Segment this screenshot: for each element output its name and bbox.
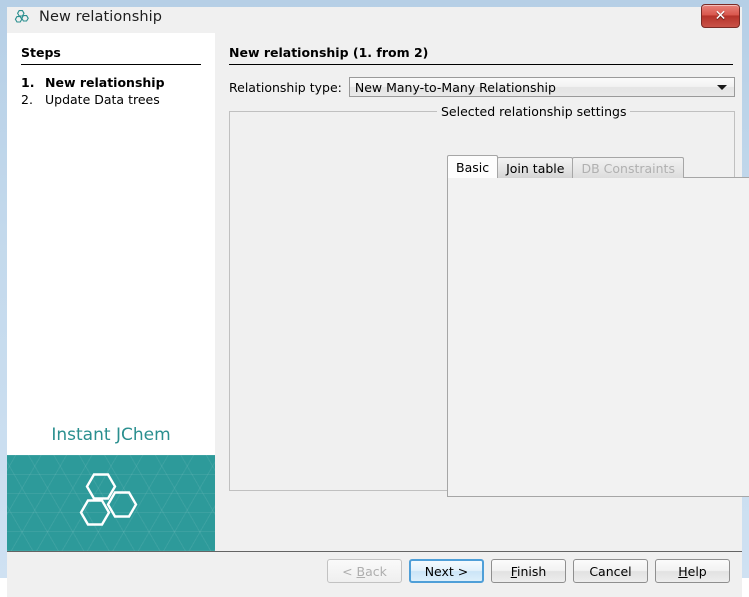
brand-logo-panel	[7, 455, 215, 551]
relationship-type-value: New Many-to-Many Relationship	[350, 80, 556, 95]
close-icon: ✕	[715, 9, 727, 23]
chevron-down-icon	[717, 85, 727, 90]
help-button-label: Help	[678, 564, 707, 579]
relationship-type-row: Relationship type: New Many-to-Many Rela…	[229, 77, 735, 97]
dialog-window: New relationship ✕ Steps 1. New relation…	[0, 0, 749, 578]
footer: < Back Next > Finish Cancel Help	[7, 552, 742, 597]
dialog-inner: New relationship ✕ Steps 1. New relation…	[7, 7, 742, 571]
button-row: < Back Next > Finish Cancel Help	[327, 559, 730, 583]
molecule-logo-icon	[74, 471, 148, 536]
relationship-type-select[interactable]: New Many-to-Many Relationship	[349, 77, 735, 97]
steps-panel: Steps 1. New relationship 2. Update Data…	[7, 33, 215, 527]
product-name: Instant JChem	[7, 425, 215, 445]
next-button[interactable]: Next >	[409, 559, 484, 583]
window-title: New relationship	[39, 9, 162, 25]
settings-tabs: Basic Join table DB Constraints	[447, 155, 683, 178]
steps-heading: Steps	[21, 45, 61, 60]
tab-db-constraints: DB Constraints	[572, 157, 684, 178]
help-button[interactable]: Help	[655, 559, 730, 583]
tab-panel-basic	[447, 177, 749, 497]
cancel-button[interactable]: Cancel	[573, 559, 648, 583]
tab-join-table[interactable]: Join table	[497, 157, 573, 178]
step-item-2[interactable]: 2. Update Data trees	[21, 92, 211, 107]
step-number: 1.	[21, 75, 45, 90]
close-button[interactable]: ✕	[701, 4, 740, 28]
settings-group-legend: Selected relationship settings	[437, 104, 630, 119]
step-item-1[interactable]: 1. New relationship	[21, 75, 211, 90]
page-title: New relationship (1. from 2)	[229, 45, 428, 60]
back-button-label: < Back	[342, 564, 387, 579]
back-button: < Back	[327, 559, 402, 583]
steps-divider	[21, 64, 201, 65]
main-panel: New relationship (1. from 2) Relationshi…	[215, 33, 742, 527]
relationship-type-label: Relationship type:	[229, 80, 342, 95]
tab-basic[interactable]: Basic	[447, 155, 498, 178]
dialog-content: Steps 1. New relationship 2. Update Data…	[7, 33, 742, 571]
molecule-icon	[13, 8, 31, 26]
steps-list: 1. New relationship 2. Update Data trees	[21, 75, 211, 109]
cancel-button-label: Cancel	[589, 564, 631, 579]
next-button-label: Next >	[425, 564, 469, 579]
finish-button-label: Finish	[511, 564, 547, 579]
step-label: Update Data trees	[45, 92, 160, 107]
title-bar: New relationship ✕	[7, 0, 742, 33]
step-number: 2.	[21, 92, 45, 107]
page-title-divider	[229, 64, 733, 65]
step-label: New relationship	[45, 75, 165, 90]
finish-button[interactable]: Finish	[491, 559, 566, 583]
